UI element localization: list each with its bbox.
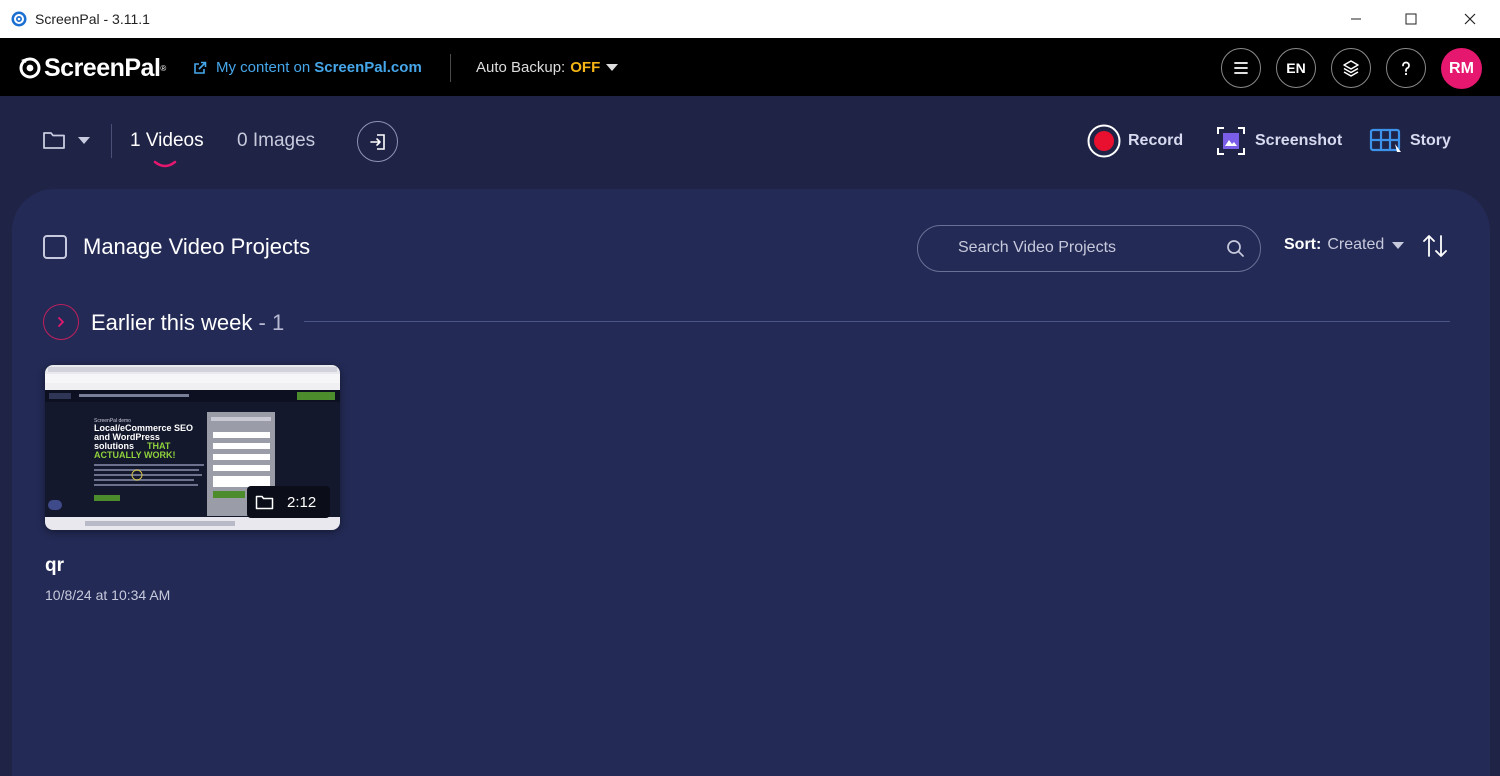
language-button[interactable]: EN xyxy=(1276,48,1316,88)
sort-label: Sort: xyxy=(1284,236,1322,253)
video-duration-badge: 2:12 xyxy=(247,486,330,518)
help-button[interactable] xyxy=(1386,48,1426,88)
active-tab-indicator xyxy=(153,160,177,168)
sort-value: Created xyxy=(1327,236,1385,253)
chevron-down-icon xyxy=(1392,241,1405,249)
search-icon[interactable] xyxy=(1226,239,1245,258)
screenshot-label: Screenshot xyxy=(1255,132,1343,149)
story-label: Story xyxy=(1410,132,1451,149)
folder-icon xyxy=(43,132,65,149)
tab-images[interactable]: 0 Images xyxy=(237,130,315,152)
language-label: EN xyxy=(1286,60,1306,76)
close-button[interactable] xyxy=(1442,0,1497,38)
layers-button[interactable] xyxy=(1331,48,1371,88)
manage-projects-title: Manage Video Projects xyxy=(83,234,311,259)
video-duration: 2:12 xyxy=(287,493,317,511)
record-label: Record xyxy=(1128,132,1184,149)
auto-backup-dropdown[interactable]: Auto Backup: OFF xyxy=(476,59,619,76)
header-divider xyxy=(450,54,451,82)
import-icon xyxy=(369,133,385,150)
manage-projects-checkbox[interactable] xyxy=(43,235,67,259)
logo-text: ScreenPal xyxy=(44,53,161,82)
auto-backup-label: Auto Backup: xyxy=(476,59,566,76)
group-title: Earlier this week - 1 xyxy=(91,310,284,336)
logo-icon xyxy=(19,57,41,79)
auto-backup-value: OFF xyxy=(570,59,601,76)
group-title-text: Earlier this week xyxy=(91,310,253,335)
screenshot-icon xyxy=(1214,124,1248,158)
layers-icon xyxy=(1343,60,1359,77)
tab-videos[interactable]: 1 Videos xyxy=(130,130,204,152)
video-title[interactable]: qr xyxy=(45,555,64,577)
my-content-site: ScreenPal.com xyxy=(314,59,422,76)
sort-direction-icon[interactable] xyxy=(1420,231,1450,261)
chevron-right-icon xyxy=(58,317,64,327)
chevron-down-icon xyxy=(606,64,619,71)
thumb-highlight-2: ACTUALLY WORK! xyxy=(94,450,176,460)
screenshot-button[interactable]: Screenshot xyxy=(1214,124,1342,158)
folder-icon xyxy=(255,495,274,510)
maximize-button[interactable] xyxy=(1383,0,1438,38)
menu-button[interactable] xyxy=(1221,48,1261,88)
window-title: ScreenPal - 3.11.1 xyxy=(35,11,150,27)
screenpal-logo: ScreenPal ® xyxy=(18,53,166,82)
hamburger-menu-icon xyxy=(1234,62,1248,74)
video-date: 10/8/24 at 10:34 AM xyxy=(45,587,171,603)
maximize-icon xyxy=(1405,13,1416,25)
user-avatar[interactable]: RM xyxy=(1441,48,1482,89)
group-count: - 1 xyxy=(252,310,285,335)
story-button[interactable]: Story xyxy=(1369,124,1451,158)
external-link-icon xyxy=(194,61,207,74)
record-icon xyxy=(1087,124,1121,158)
close-icon xyxy=(1464,13,1475,25)
import-button[interactable] xyxy=(357,121,398,162)
screenpal-app-icon xyxy=(11,11,27,27)
story-icon xyxy=(1369,124,1403,158)
my-content-prefix: My content on xyxy=(216,59,311,76)
minimize-icon xyxy=(1350,18,1361,20)
group-expand-toggle[interactable] xyxy=(43,304,79,340)
chevron-down-icon xyxy=(78,136,90,144)
minimize-button[interactable] xyxy=(1328,0,1383,38)
record-button[interactable]: Record xyxy=(1087,124,1183,158)
search-box xyxy=(917,225,1261,272)
folder-dropdown[interactable] xyxy=(42,130,90,150)
help-question-icon xyxy=(1402,61,1410,76)
search-input[interactable] xyxy=(958,239,1218,257)
my-content-link[interactable]: My content on ScreenPal.com xyxy=(193,59,422,76)
window-titlebar: ScreenPal - 3.11.1 xyxy=(0,0,1500,38)
app-header: ScreenPal ® My content on ScreenPal.com … xyxy=(0,38,1500,96)
toolbar-divider xyxy=(111,124,112,158)
group-divider xyxy=(304,321,1450,322)
sort-dropdown[interactable]: Sort: Created xyxy=(1284,236,1405,254)
